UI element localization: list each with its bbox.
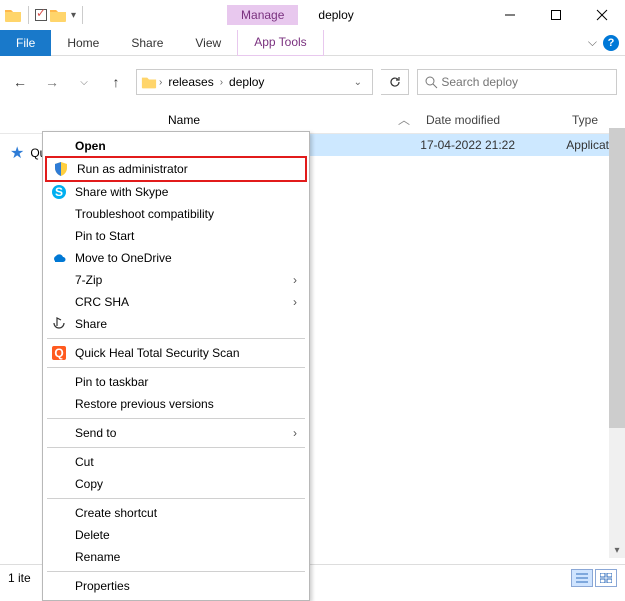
view-large-icons-button[interactable]: [595, 569, 617, 587]
ctx-delete[interactable]: Delete: [45, 524, 307, 546]
ctx-send-to[interactable]: Send to›: [45, 422, 307, 444]
ctx-rename[interactable]: Rename: [45, 546, 307, 568]
file-date: 17-04-2022 21:22: [412, 138, 558, 152]
search-box[interactable]: [417, 69, 617, 95]
forward-button[interactable]: →: [40, 74, 64, 90]
ctx-share[interactable]: Share: [45, 313, 307, 335]
quick-access-toolbar: ▾: [0, 6, 87, 24]
ribbon-context-manage[interactable]: Manage: [227, 5, 298, 25]
ribbon: File Home Share View App Tools ⌵ ?: [0, 30, 625, 56]
item-count: 1 ite: [8, 571, 31, 585]
maximize-button[interactable]: [533, 0, 579, 30]
ctx-open[interactable]: Open: [45, 135, 307, 157]
onedrive-icon: [51, 250, 67, 266]
refresh-button[interactable]: [381, 69, 409, 95]
ctx-quick-heal[interactable]: Q Quick Heal Total Security Scan: [45, 342, 307, 364]
window-title: deploy: [318, 8, 353, 22]
search-icon: [424, 75, 438, 89]
sort-indicator-icon: ︿: [398, 111, 410, 128]
folder-icon: [4, 7, 22, 23]
chevron-right-icon: ›: [293, 426, 297, 440]
recent-dropdown-icon[interactable]: ⌵: [72, 77, 96, 88]
column-type[interactable]: Type: [564, 113, 606, 127]
tab-view[interactable]: View: [179, 30, 237, 56]
chevron-right-icon[interactable]: ›: [157, 77, 164, 88]
minimize-button[interactable]: [487, 0, 533, 30]
tab-app-tools[interactable]: App Tools: [237, 30, 323, 56]
qat-properties-check-icon[interactable]: [35, 9, 47, 21]
breadcrumb[interactable]: deploy: [225, 75, 268, 89]
ctx-crc-sha[interactable]: CRC SHA›: [45, 291, 307, 313]
star-icon: ★: [10, 143, 24, 163]
ctx-move-onedrive[interactable]: Move to OneDrive: [45, 247, 307, 269]
ctx-properties[interactable]: Properties: [45, 575, 307, 597]
ctx-troubleshoot[interactable]: Troubleshoot compatibility: [45, 203, 307, 225]
file-tab[interactable]: File: [0, 30, 51, 56]
ctx-restore-versions[interactable]: Restore previous versions: [45, 393, 307, 415]
close-button[interactable]: [579, 0, 625, 30]
svg-text:Q: Q: [54, 346, 63, 360]
ctx-cut[interactable]: Cut: [45, 451, 307, 473]
ctx-run-as-administrator[interactable]: Run as administrator: [47, 158, 305, 180]
column-name[interactable]: Name︿: [160, 111, 418, 128]
column-date[interactable]: Date modified: [418, 113, 564, 127]
ctx-copy[interactable]: Copy: [45, 473, 307, 495]
chevron-right-icon: ›: [293, 273, 297, 287]
navigation-bar: ← → ⌵ ↑ › releases › deploy ⌄: [0, 64, 625, 100]
folder-icon: [49, 7, 67, 23]
ctx-share-skype[interactable]: S Share with Skype: [45, 181, 307, 203]
help-button[interactable]: ?: [603, 35, 619, 51]
ctx-7zip[interactable]: 7-Zip›: [45, 269, 307, 291]
address-dropdown-icon[interactable]: ⌄: [348, 77, 368, 88]
up-button[interactable]: ↑: [104, 74, 128, 90]
scrollbar-thumb[interactable]: [609, 128, 625, 428]
search-input[interactable]: [441, 75, 610, 89]
ctx-pin-start[interactable]: Pin to Start: [45, 225, 307, 247]
scroll-down-button[interactable]: ▾: [609, 542, 625, 558]
tab-share[interactable]: Share: [115, 30, 179, 56]
quickheal-icon: Q: [51, 345, 67, 361]
ribbon-expand-icon[interactable]: ⌵: [588, 35, 597, 50]
back-button[interactable]: ←: [8, 74, 32, 90]
titlebar: ▾ Manage deploy: [0, 0, 625, 30]
svg-text:S: S: [55, 185, 63, 199]
column-headers: Name︿ Date modified Type: [0, 106, 625, 134]
breadcrumb[interactable]: releases: [164, 75, 217, 89]
context-menu: Open Run as administrator S Share with S…: [42, 131, 310, 601]
share-icon: [51, 316, 67, 332]
tab-home[interactable]: Home: [51, 30, 115, 56]
shield-icon: [53, 161, 69, 177]
ctx-pin-taskbar[interactable]: Pin to taskbar: [45, 371, 307, 393]
qat-dropdown-icon[interactable]: ▾: [71, 10, 76, 21]
skype-icon: S: [51, 184, 67, 200]
ctx-create-shortcut[interactable]: Create shortcut: [45, 502, 307, 524]
chevron-right-icon[interactable]: ›: [218, 77, 225, 88]
address-bar[interactable]: › releases › deploy ⌄: [136, 69, 373, 95]
folder-icon: [141, 75, 157, 89]
chevron-right-icon: ›: [293, 295, 297, 309]
view-details-button[interactable]: [571, 569, 593, 587]
